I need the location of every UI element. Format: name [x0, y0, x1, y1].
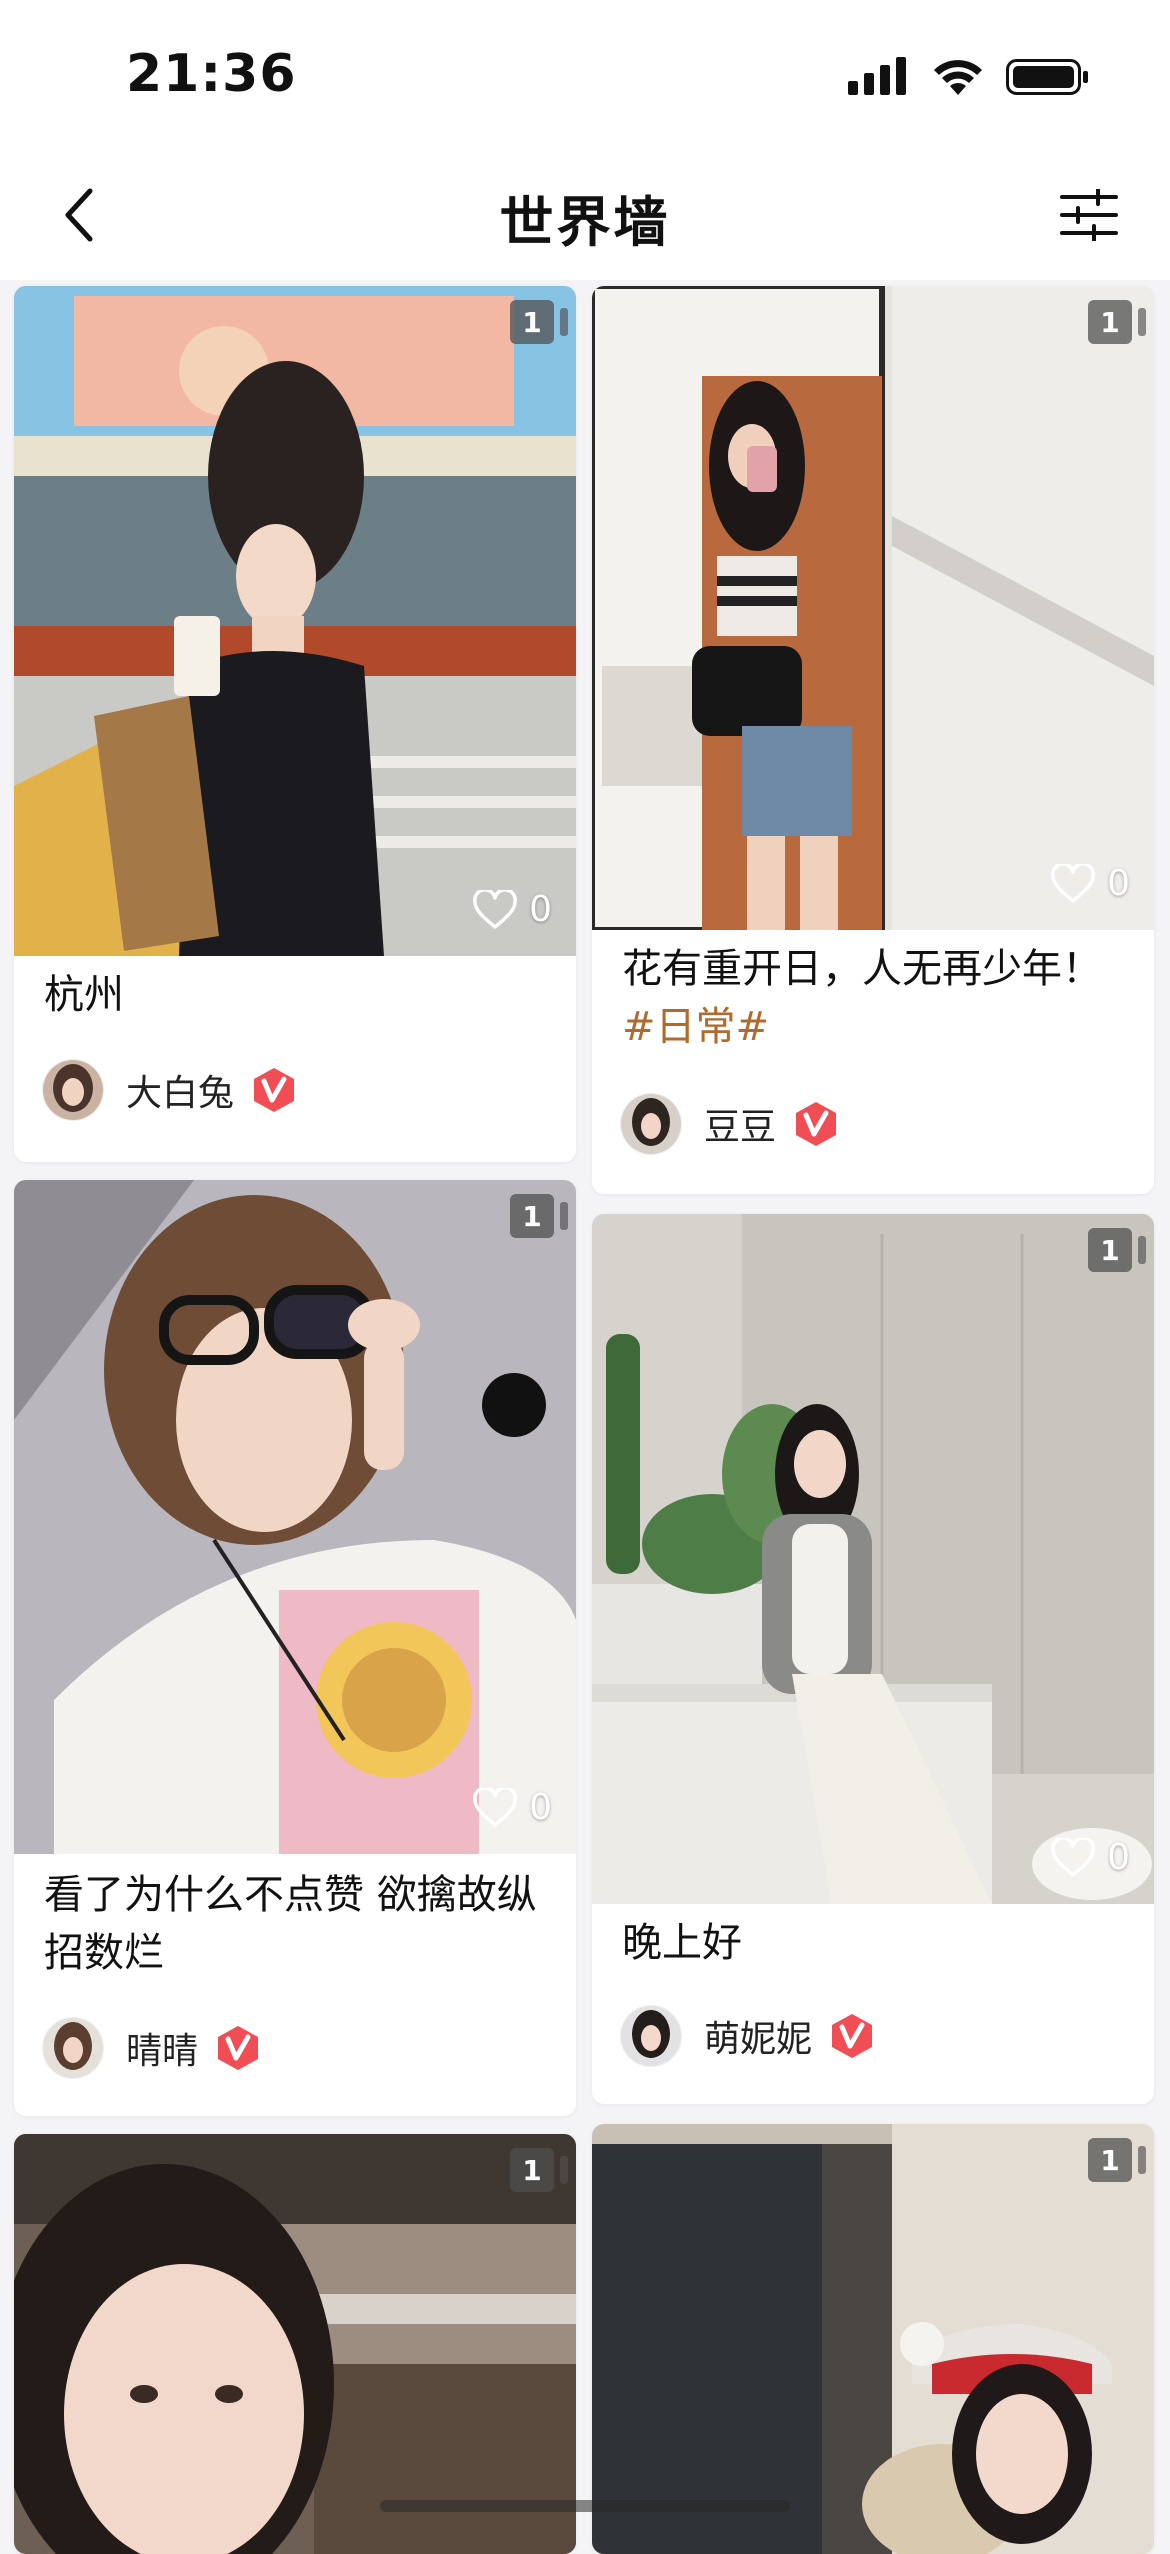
avatar[interactable]: [42, 2017, 104, 2079]
like-count: 0: [1107, 1837, 1130, 1878]
photo-scene-cafe-selfie: [14, 2134, 576, 2554]
post-card[interactable]: 1 0 晚上好 萌妮妮: [592, 1214, 1154, 2104]
avatar[interactable]: [620, 1093, 682, 1155]
post-card[interactable]: 1: [14, 2134, 576, 2554]
home-indicator[interactable]: [380, 2500, 790, 2512]
navigation-bar: 世界墙: [0, 150, 1170, 280]
like-count: 0: [529, 1787, 552, 1828]
post-photo[interactable]: 1 0: [14, 286, 576, 956]
photo-count-badge: 1: [1088, 300, 1146, 344]
filter-button[interactable]: [1044, 175, 1134, 255]
like-counter[interactable]: 0: [473, 1787, 552, 1828]
like-count: 0: [529, 889, 552, 930]
photo-count-badge: 1: [510, 2148, 568, 2192]
author-name[interactable]: 晴晴: [126, 2022, 198, 2074]
like-counter[interactable]: 0: [1051, 863, 1130, 904]
post-title-text: 看了为什么不点赞 欲擒故纵招数烂: [44, 1872, 537, 1976]
photo-scene-mirror-selfie: [592, 286, 1154, 930]
author-name[interactable]: 萌妮妮: [704, 2010, 812, 2062]
avatar[interactable]: [42, 1059, 104, 1121]
post-title-text: 杭州: [44, 972, 124, 1018]
heart-outline-icon: [1051, 1837, 1096, 1877]
page-title: 世界墙: [499, 191, 671, 254]
author-row[interactable]: 豆豆: [620, 1092, 840, 1156]
status-bar: 21:36: [0, 0, 1170, 150]
post-title: 晚上好: [622, 1914, 1124, 1972]
photo-count-badge: 1: [510, 300, 568, 344]
post-title-text: 花有重开日，人无再少年！: [622, 946, 1102, 992]
avatar[interactable]: [620, 2005, 682, 2067]
post-photo[interactable]: 1 0: [592, 286, 1154, 930]
post-hashtag[interactable]: #日常#: [622, 1004, 769, 1050]
cellular-signal-icon: [848, 57, 906, 95]
post-title-text: 晚上好: [622, 1920, 742, 1966]
photo-scene-sunglasses-selfie: [14, 1180, 576, 1854]
post-photo[interactable]: 1: [14, 2134, 576, 2554]
post-card[interactable]: 1 0 看了为什么不点赞 欲擒故纵招数烂 晴晴: [14, 1180, 576, 2116]
author-row[interactable]: 大白兔: [42, 1058, 298, 1122]
post-photo[interactable]: 1 0: [14, 1180, 576, 1854]
battery-icon: [1006, 59, 1088, 95]
author-name[interactable]: 豆豆: [704, 1098, 776, 1150]
verified-v-badge-icon: [218, 2026, 259, 2070]
sliders-icon: [1060, 189, 1118, 241]
photo-count-badge: 1: [1088, 2138, 1146, 2182]
post-card[interactable]: 1 0 杭州 大白兔: [14, 286, 576, 1162]
verified-v-badge-icon: [832, 2014, 873, 2058]
author-row[interactable]: 晴晴: [42, 2016, 262, 2080]
post-title: 花有重开日，人无再少年！ #日常#: [622, 940, 1124, 1056]
verified-v-badge-icon: [254, 1068, 295, 1112]
like-counter[interactable]: 0: [1051, 1837, 1130, 1878]
heart-outline-icon: [1051, 863, 1096, 903]
status-time: 21:36: [126, 44, 297, 104]
post-title: 看了为什么不点赞 欲擒故纵招数烂: [44, 1866, 546, 1982]
post-photo[interactable]: 1 0: [592, 1214, 1154, 1904]
like-counter[interactable]: 0: [473, 889, 552, 930]
heart-outline-icon: [473, 889, 518, 929]
post-card[interactable]: 1 0 花有重开日，人无再少年！ #日常# 豆豆: [592, 286, 1154, 1194]
photo-scene-drive-in-diner: [14, 286, 576, 956]
post-title: 杭州: [44, 966, 546, 1024]
photo-count-badge: 1: [510, 1194, 568, 1238]
photo-count-badge: 1: [1088, 1228, 1146, 1272]
like-count: 0: [1107, 863, 1130, 904]
status-icons: [848, 52, 1090, 102]
post-photo[interactable]: 1: [592, 2124, 1154, 2554]
heart-outline-icon: [473, 1787, 518, 1827]
verified-v-badge-icon: [796, 1102, 837, 1146]
photo-scene-christmas-hat: [592, 2124, 1154, 2554]
post-card[interactable]: 1: [592, 2124, 1154, 2554]
author-name[interactable]: 大白兔: [126, 1064, 234, 1116]
author-row[interactable]: 萌妮妮: [620, 2004, 876, 2068]
wifi-icon: [934, 60, 982, 95]
photo-scene-white-room: [592, 1214, 1154, 1904]
